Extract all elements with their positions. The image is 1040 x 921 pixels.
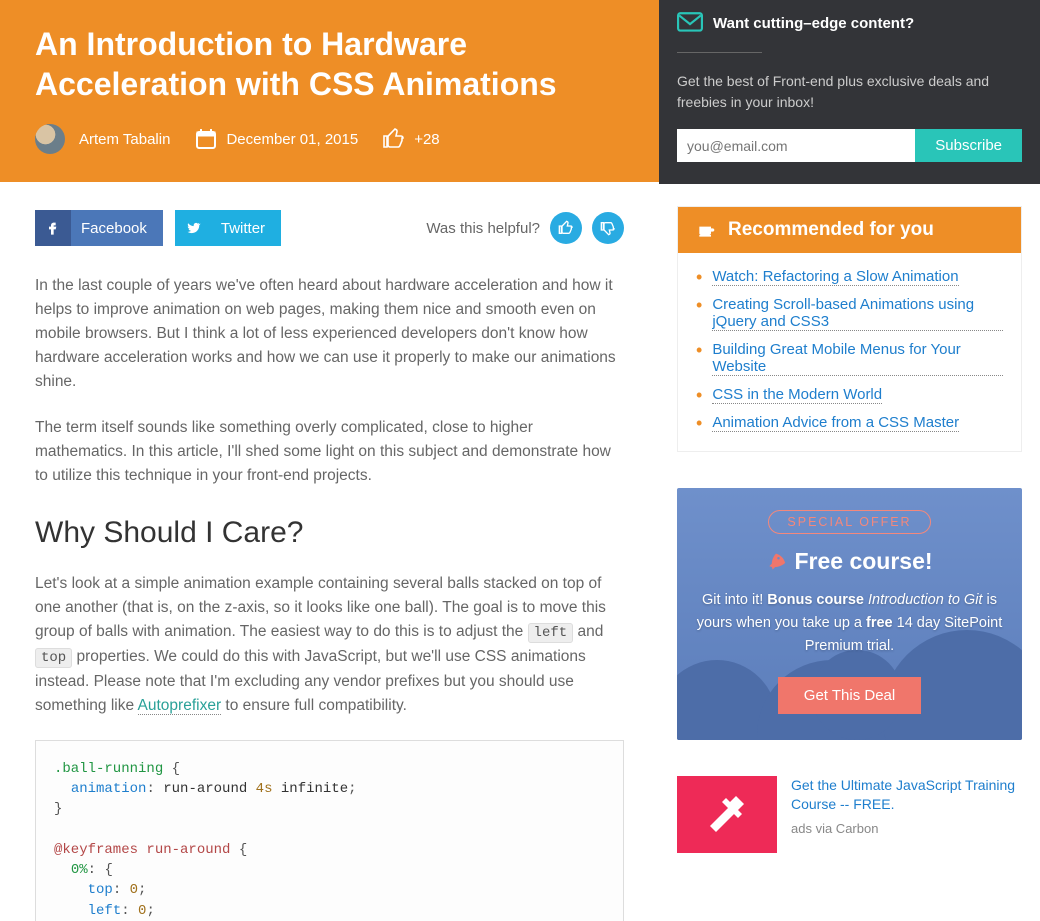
special-offer-box: SPECIAL OFFER Free course! Git into it! … xyxy=(677,488,1022,740)
twitter-icon xyxy=(185,220,201,236)
recommended-heading: Recommended for you xyxy=(728,219,934,241)
newsletter-subtext: Get the best of Front-end plus exclusive… xyxy=(677,71,1022,113)
date-text: December 01, 2015 xyxy=(226,131,358,148)
divider xyxy=(677,52,762,53)
recommended-link[interactable]: Creating Scroll-based Animations using j… xyxy=(712,296,1003,331)
list-item: Animation Advice from a CSS Master xyxy=(696,409,1003,437)
newsletter-heading: Want cutting–edge content? xyxy=(713,15,914,32)
helpful-label: Was this helpful? xyxy=(426,220,540,237)
recommended-list: Watch: Refactoring a Slow Animation Crea… xyxy=(678,253,1021,451)
paragraph: The term itself sounds like something ov… xyxy=(35,416,624,488)
thumbs-up-icon xyxy=(382,127,406,151)
like-number: +28 xyxy=(414,131,439,148)
list-item: Building Great Mobile Menus for Your Web… xyxy=(696,336,1003,381)
article-hero: An Introduction to Hardware Acceleration… xyxy=(0,0,659,182)
facebook-label: Facebook xyxy=(81,220,147,237)
recommended-link[interactable]: CSS in the Modern World xyxy=(712,386,882,404)
share-facebook-button[interactable]: Facebook xyxy=(35,210,163,246)
ad-link[interactable]: Get the Ultimate JavaScript Training Cou… xyxy=(791,776,1022,815)
newsletter-box: Want cutting–edge content? Get the best … xyxy=(659,0,1040,184)
like-count[interactable]: +28 xyxy=(382,127,439,151)
paragraph: In the last couple of years we've often … xyxy=(35,274,624,394)
publish-date: December 01, 2015 xyxy=(194,127,358,151)
author-link[interactable]: Artem Tabalin xyxy=(35,124,170,154)
recommended-link[interactable]: Animation Advice from a CSS Master xyxy=(712,414,959,432)
email-field[interactable] xyxy=(677,129,915,162)
envelope-icon xyxy=(677,12,703,34)
subscribe-button[interactable]: Subscribe xyxy=(915,129,1022,162)
helpful-yes-button[interactable] xyxy=(550,212,582,244)
twitter-label: Twitter xyxy=(221,220,265,237)
code-block: .ball-running { animation: run-around 4s… xyxy=(35,740,624,921)
helpful-no-button[interactable] xyxy=(592,212,624,244)
paragraph: Let's look at a simple animation example… xyxy=(35,572,624,717)
thumbs-down-icon xyxy=(600,220,616,236)
hammer-icon xyxy=(702,794,752,834)
autoprefixer-link[interactable]: Autoprefixer xyxy=(138,697,222,715)
facebook-icon xyxy=(45,220,61,236)
author-name: Artem Tabalin xyxy=(79,131,170,148)
rocket-icon xyxy=(766,552,786,572)
offer-badge: SPECIAL OFFER xyxy=(768,510,930,534)
share-twitter-button[interactable]: Twitter xyxy=(175,210,281,246)
offer-title: Free course! xyxy=(794,548,932,575)
recommended-link[interactable]: Building Great Mobile Menus for Your Web… xyxy=(712,341,1003,376)
list-item: CSS in the Modern World xyxy=(696,381,1003,409)
list-item: Creating Scroll-based Animations using j… xyxy=(696,291,1003,336)
recommended-box: Recommended for you Watch: Refactoring a… xyxy=(677,206,1022,452)
list-item: Watch: Refactoring a Slow Animation xyxy=(696,263,1003,291)
page-title: An Introduction to Hardware Acceleration… xyxy=(35,24,624,104)
article-meta: Artem Tabalin December 01, 2015 +28 xyxy=(35,124,624,154)
author-avatar xyxy=(35,124,65,154)
get-deal-button[interactable]: Get This Deal xyxy=(778,677,921,714)
ad-image[interactable] xyxy=(677,776,777,853)
section-heading: Why Should I Care? xyxy=(35,516,624,550)
inline-code: top xyxy=(35,648,72,668)
carbon-ad: Get the Ultimate JavaScript Training Cou… xyxy=(677,776,1022,853)
share-bar: Facebook Twitter Was this helpful? xyxy=(35,210,624,246)
calendar-icon xyxy=(194,127,218,151)
offer-text: Git into it! Bonus course Introduction t… xyxy=(695,589,1004,659)
recommended-link[interactable]: Watch: Refactoring a Slow Animation xyxy=(712,268,958,286)
coffee-icon xyxy=(696,220,716,240)
ad-via: ads via Carbon xyxy=(791,821,1022,836)
inline-code: left xyxy=(528,623,574,643)
thumbs-up-icon xyxy=(558,220,574,236)
